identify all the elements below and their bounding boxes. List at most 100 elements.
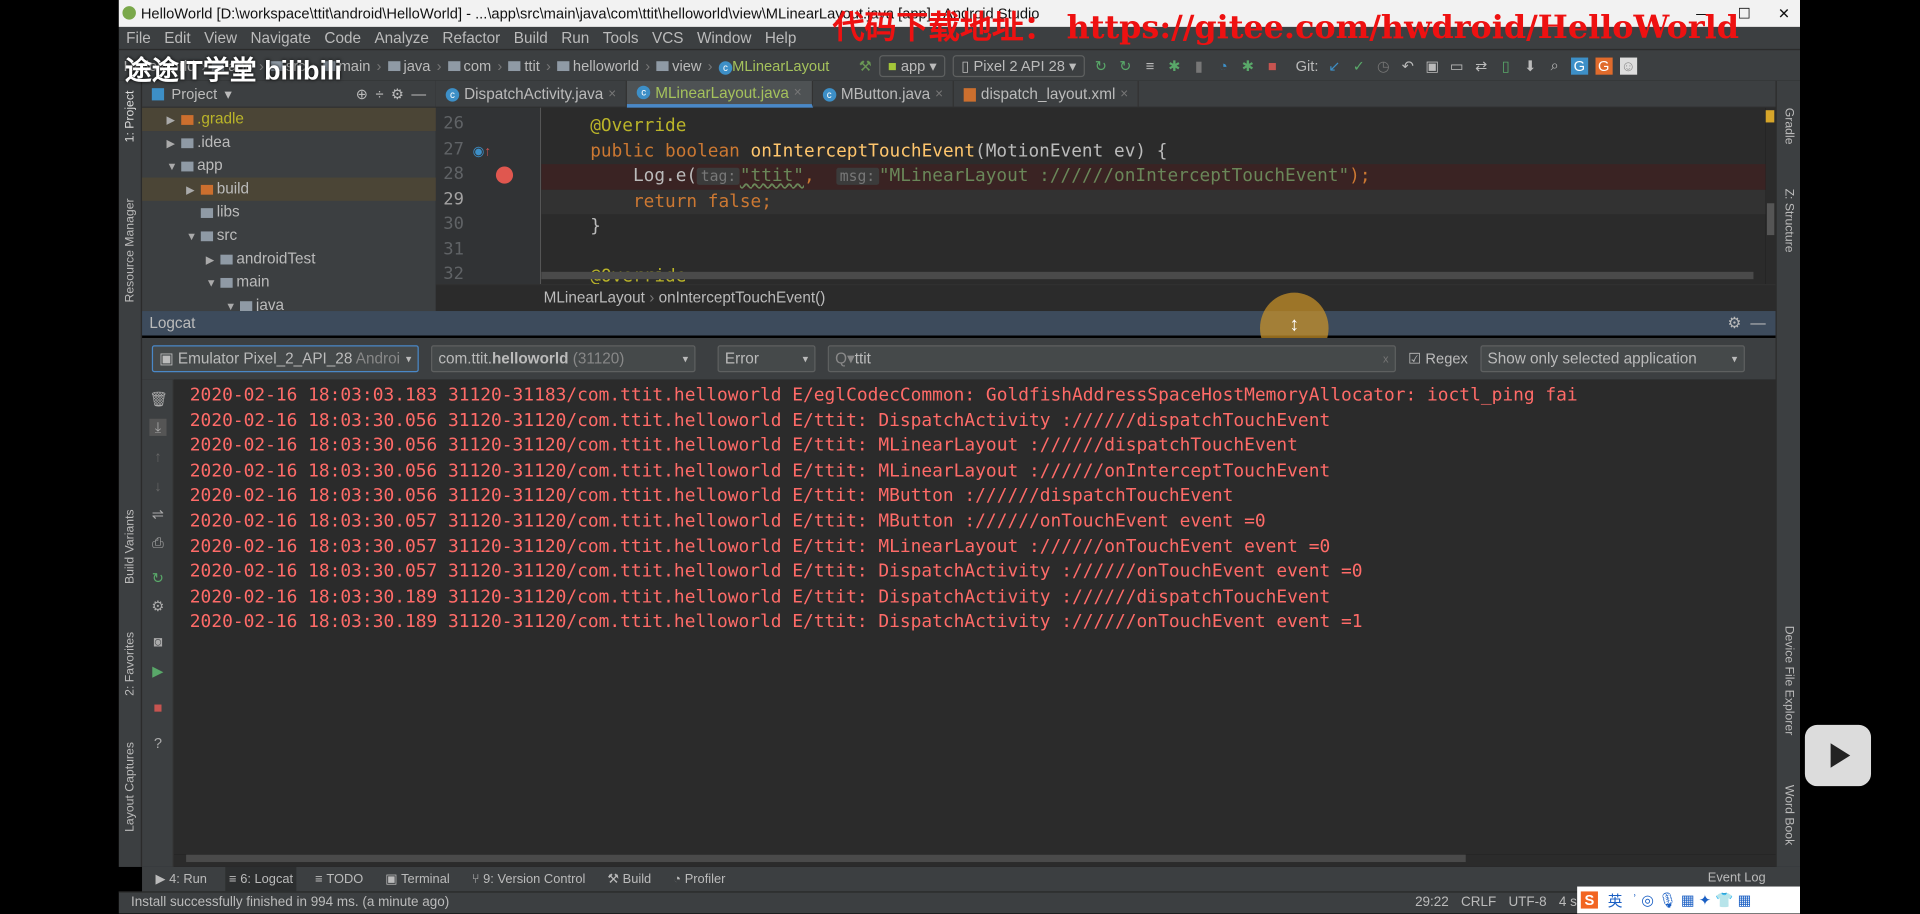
breadcrumb-item[interactable]: ttit	[508, 57, 540, 74]
logcat-hscrollbar[interactable]	[173, 854, 1776, 867]
tool-resource-manager[interactable]: Resource Manager	[124, 198, 137, 302]
close-button[interactable]: ✕	[1778, 0, 1790, 27]
logcat-settings-icon[interactable]: ⚙	[1727, 311, 1741, 335]
attach-debugger-icon[interactable]: ▮	[1190, 57, 1207, 74]
print-icon[interactable]: ⎙	[149, 534, 166, 551]
filter-dropdown[interactable]: Show only selected application ▾	[1480, 345, 1745, 373]
log-search-input[interactable]: Q▾ttit x	[827, 345, 1396, 373]
expand-right-icon[interactable]: ▶	[167, 109, 182, 132]
search-icon[interactable]: ⌕	[1546, 56, 1563, 74]
breadcrumb-class[interactable]: MLinearLayout	[544, 289, 645, 306]
git-revert-icon[interactable]: ↶	[1399, 57, 1416, 74]
sync-gradle-icon[interactable]: ⇄	[1473, 57, 1490, 74]
git-commit-icon[interactable]: ✓	[1350, 57, 1367, 74]
tool-layout-captures[interactable]: Layout Captures	[124, 742, 137, 832]
tool-device-file-explorer[interactable]: Device File Explorer	[1782, 626, 1795, 736]
down-icon[interactable]: ↓	[149, 478, 166, 495]
soft-wrap-icon[interactable]: ⇌	[149, 506, 166, 523]
help-icon[interactable]: ?	[149, 735, 166, 752]
debug-icon[interactable]: ✱	[1166, 57, 1183, 74]
tool-gradle[interactable]: Gradle	[1782, 108, 1795, 145]
menu-vcs[interactable]: VCS	[652, 27, 683, 49]
menu-edit[interactable]: Edit	[164, 27, 190, 49]
menu-view[interactable]: View	[204, 27, 237, 49]
up-icon[interactable]: ↑	[149, 448, 166, 465]
build-hammer-icon[interactable]: ⚒	[859, 57, 872, 74]
close-tab-icon[interactable]: ×	[608, 81, 616, 108]
tab-dispatch-layout-xml[interactable]: dispatch_layout.xml ×	[954, 80, 1140, 108]
breadcrumb-item[interactable]: view	[656, 57, 702, 74]
expand-right-icon[interactable]: ▶	[186, 179, 201, 202]
tool-project[interactable]: 1: Project	[124, 91, 137, 143]
menu-help[interactable]: Help	[765, 27, 796, 49]
expand-right-icon[interactable]: ▶	[167, 132, 182, 155]
breadcrumb-item[interactable]: com	[447, 57, 491, 74]
editor-hscrollbar[interactable]	[541, 271, 1754, 280]
apply-changes-icon[interactable]: ↻	[1117, 57, 1134, 74]
tree-item[interactable]: ▶ androidTest	[142, 247, 436, 270]
avd-manager-icon[interactable]: ▯	[1497, 57, 1514, 74]
device-select[interactable]: ▯ Pixel 2 API 28 ▾	[952, 54, 1085, 77]
screenshot-icon[interactable]: ◙	[149, 633, 166, 650]
menu-window[interactable]: Window	[697, 27, 751, 49]
breadcrumb-item[interactable]: helloworld	[556, 57, 639, 74]
tree-item[interactable]: ▶ .idea	[142, 131, 436, 154]
scroll-to-end-icon[interactable]: ⤓	[149, 418, 167, 436]
breadcrumb-item[interactable]: c MLinearLayout	[718, 57, 829, 75]
bottom-tab-profiler[interactable]: ◔ Profiler	[670, 867, 730, 891]
clear-logcat-icon[interactable]: 🗑	[149, 391, 168, 408]
menu-build[interactable]: Build	[514, 27, 548, 49]
log-level-dropdown[interactable]: Error ▾	[717, 345, 816, 373]
screen-record-icon[interactable]: ▶	[149, 662, 166, 679]
menu-tools[interactable]: Tools	[603, 27, 639, 49]
git-update-icon[interactable]: ↙	[1326, 57, 1343, 74]
device-dropdown[interactable]: ▣ Emulator Pixel_2_API_28 Androi ▾	[151, 345, 419, 373]
tree-item[interactable]: ▼ app	[142, 154, 436, 177]
logcat-hide-icon[interactable]: —	[1750, 311, 1765, 335]
tree-item[interactable]: ▶ .gradle	[142, 107, 436, 132]
profile-icon[interactable]: ◔	[1215, 57, 1232, 74]
translate-alt-icon[interactable]: G	[1595, 56, 1613, 75]
tab-mlinearlayout-java[interactable]: c MLinearLayout.java ×	[627, 80, 813, 108]
video-play-icon[interactable]	[1804, 724, 1872, 787]
expand-down-icon[interactable]: ▼	[167, 156, 182, 179]
expand-down-icon[interactable]: ▼	[186, 225, 201, 248]
file-encoding[interactable]: UTF-8	[1508, 893, 1546, 914]
stop-icon[interactable]: ■	[149, 699, 166, 716]
menu-run[interactable]: Run	[561, 27, 589, 49]
tool-word-book[interactable]: Word Book	[1782, 785, 1795, 845]
expand-down-icon[interactable]: ▼	[225, 295, 240, 311]
tree-item[interactable]: ▼ src	[142, 224, 436, 247]
code-editor[interactable]: @Override public boolean onInterceptTouc…	[541, 107, 1766, 285]
override-marker-icon[interactable]: ◉↑	[473, 143, 492, 159]
bottom-tab-build[interactable]: ⚒ Build	[604, 867, 655, 891]
tree-item[interactable]: ▶ build	[142, 177, 436, 202]
tool-structure[interactable]: Z: Structure	[1782, 189, 1795, 253]
hide-icon[interactable]: —	[411, 85, 426, 102]
line-separator[interactable]: CRLF	[1461, 893, 1496, 914]
apply-code-changes-icon[interactable]: ≡	[1141, 57, 1158, 74]
logcat-output[interactable]: 2020-02-16 18:03:03.183 31120-31183/com.…	[173, 379, 1776, 855]
translate-icon[interactable]: G	[1570, 56, 1588, 75]
settings-icon[interactable]: ⚙	[391, 85, 404, 102]
expand-down-icon[interactable]: ▼	[206, 272, 221, 295]
breakpoint-icon[interactable]	[495, 166, 514, 184]
regex-checkbox[interactable]: ☑ Regex	[1408, 350, 1468, 367]
caret-position[interactable]: 29:22	[1415, 893, 1449, 914]
restart-icon[interactable]: ↻	[149, 569, 166, 586]
locate-icon[interactable]: ⊕	[356, 85, 368, 102]
expand-right-icon[interactable]: ▶	[206, 249, 221, 272]
menu-refactor[interactable]: Refactor	[442, 27, 500, 49]
bottom-tab-9-version-control[interactable]: ⑂ 9: Version Control	[468, 867, 589, 891]
run-config-select[interactable]: ■ app ▾	[879, 54, 946, 77]
tree-item[interactable]: libs	[142, 201, 436, 224]
bottom-tab-terminal[interactable]: ▣ Terminal	[382, 867, 454, 891]
settings-icon[interactable]: ⚙	[149, 598, 166, 615]
tab-dispatchactivity-java[interactable]: c DispatchActivity.java ×	[436, 80, 628, 108]
tree-item[interactable]: ▼ main	[142, 271, 436, 294]
menu-navigate[interactable]: Navigate	[251, 27, 311, 49]
close-tab-icon[interactable]: ×	[1120, 81, 1128, 108]
tree-item[interactable]: ▼ java	[142, 294, 436, 311]
sdk-manager-icon[interactable]: ⬇	[1522, 57, 1539, 74]
editor-scrollbar[interactable]	[1765, 107, 1776, 285]
